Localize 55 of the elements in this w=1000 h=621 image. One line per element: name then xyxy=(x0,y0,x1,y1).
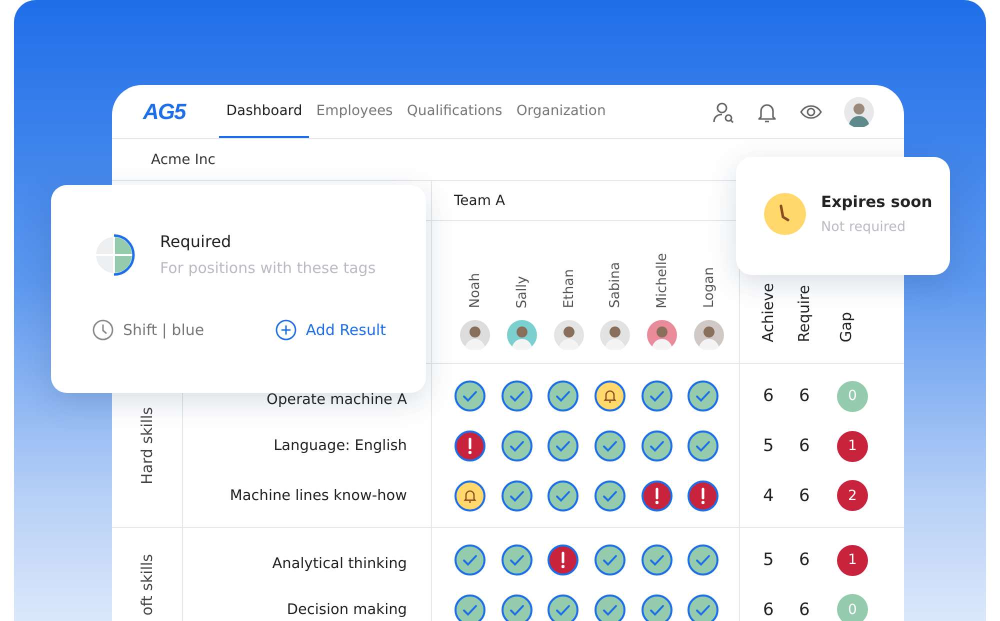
company-name: Acme Inc xyxy=(151,152,216,168)
achieved-count: 6 xyxy=(763,386,775,406)
avatar-icon xyxy=(647,320,678,350)
card-subtitle: For positions with these tags xyxy=(160,259,376,277)
employee-name: Sally xyxy=(514,276,530,308)
gap-badge: 1 xyxy=(837,430,868,462)
card-title: Expires soon xyxy=(821,193,932,211)
employee-name: Logan xyxy=(700,267,717,308)
user-avatar[interactable] xyxy=(844,96,874,126)
card-title: Required xyxy=(160,232,232,251)
avatar-icon xyxy=(694,320,724,350)
category-label: oft skills xyxy=(138,554,156,616)
team-name: Team A xyxy=(454,192,506,208)
achieved-count: 4 xyxy=(763,486,775,506)
clock-icon xyxy=(764,193,806,235)
gap-badge: 0 xyxy=(837,594,868,621)
employee-name: Sabina xyxy=(607,262,624,308)
logo: AG5 xyxy=(143,98,186,124)
clock-icon xyxy=(92,319,114,341)
nav-tab[interactable]: Dashboard xyxy=(219,85,310,138)
skill-name: Language: English xyxy=(274,438,407,454)
column-header: Gap xyxy=(837,312,855,342)
gap-badge: 1 xyxy=(837,544,868,576)
nav-tab[interactable]: Employees xyxy=(309,85,400,138)
tag-label: Shift | blue xyxy=(123,321,204,339)
skill-name: Machine lines know-how xyxy=(230,488,407,504)
required-count: 6 xyxy=(799,486,811,506)
required-count: 6 xyxy=(799,386,811,406)
achieved-count: 5 xyxy=(763,436,775,456)
card-subtitle: Not required xyxy=(821,219,907,235)
required-count: 6 xyxy=(799,550,811,570)
skill-name: Decision making xyxy=(286,602,407,618)
avatar-icon xyxy=(507,320,538,350)
column-header: Require xyxy=(795,284,813,342)
category-label: Hard skills xyxy=(138,406,156,484)
nav-tab[interactable]: Qualifications xyxy=(400,85,510,138)
skill-name: Operate machine A xyxy=(266,392,407,408)
plus-icon xyxy=(274,319,297,341)
gap-badge: 0 xyxy=(837,380,868,412)
nav-tab[interactable]: Organization xyxy=(509,85,613,138)
avatar-icon xyxy=(554,320,584,350)
employee-name: Michelle xyxy=(654,252,670,308)
gap-badge: 2 xyxy=(837,480,868,511)
achieved-count: 6 xyxy=(763,600,775,620)
achieved-count: 5 xyxy=(763,550,775,570)
user-search-icon[interactable] xyxy=(712,100,734,122)
avatar-icon xyxy=(600,320,630,350)
add-result-button[interactable]: Add Result xyxy=(274,319,386,341)
employee-name: Noah xyxy=(467,272,484,308)
employee-name: Ethan xyxy=(560,268,577,308)
required-count: 6 xyxy=(799,600,811,620)
avatar-icon xyxy=(460,320,490,350)
skill-name: Analytical thinking xyxy=(272,556,407,572)
required-count: 6 xyxy=(799,436,811,456)
column-header: Achieve xyxy=(759,282,777,342)
